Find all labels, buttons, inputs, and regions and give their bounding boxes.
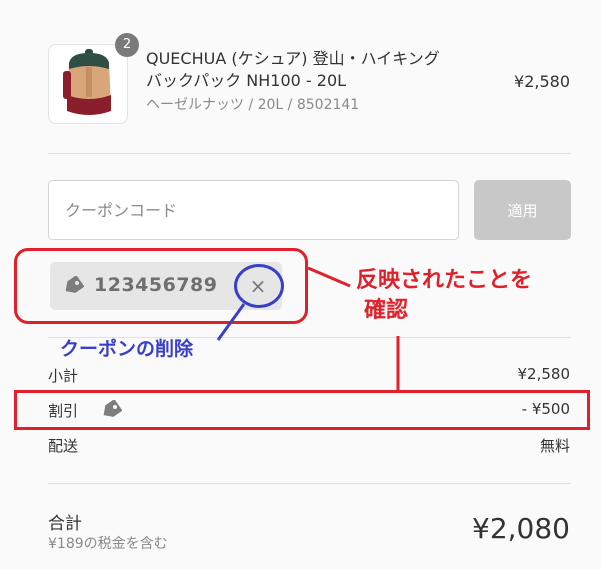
product-title-line1: QUECHUA (ケシュア) 登山・ハイキング bbox=[146, 49, 440, 68]
product-price: ¥2,580 bbox=[514, 72, 570, 91]
product-thumbnail bbox=[48, 44, 128, 124]
total-label: 合計 bbox=[48, 514, 82, 534]
apply-coupon-button[interactable]: 適用 bbox=[474, 180, 571, 240]
checkout-summary: 2 QUECHUA (ケシュア) 登山・ハイキング バックパック NH100 -… bbox=[0, 0, 601, 569]
backpack-image bbox=[63, 49, 111, 115]
annotation-remove-note: クーポンの削除 bbox=[60, 338, 194, 360]
divider bbox=[48, 483, 571, 484]
annotation-remove-circle bbox=[234, 264, 284, 308]
divider bbox=[48, 153, 571, 154]
tax-note: ¥189の税金を含む bbox=[48, 536, 168, 552]
annotation-confirm-line2: 確認 bbox=[364, 298, 409, 323]
shipping-value: 無料 bbox=[539, 437, 570, 455]
subtotal-label: 小計 bbox=[48, 367, 79, 385]
quantity-badge: 2 bbox=[115, 33, 139, 57]
coupon-code-input[interactable] bbox=[48, 180, 459, 240]
annotation-confirm-line1: 反映されたことを bbox=[356, 268, 533, 293]
product-variant: ヘーゼルナッツ / 20L / 8502141 bbox=[146, 97, 360, 113]
annotation-discount-highlight bbox=[14, 390, 590, 430]
product-title-line2: バックパック NH100 - 20L bbox=[146, 71, 347, 90]
subtotal-value: ¥2,580 bbox=[517, 365, 571, 383]
shipping-label: 配送 bbox=[48, 437, 79, 455]
total-value: ¥2,080 bbox=[472, 512, 570, 545]
product-title: QUECHUA (ケシュア) 登山・ハイキング バックパック NH100 - 2… bbox=[146, 48, 486, 92]
